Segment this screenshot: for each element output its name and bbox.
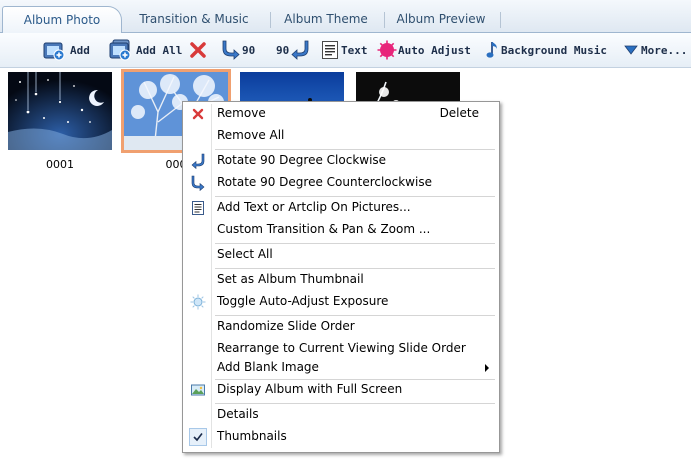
menu-item-rotate-ccw[interactable]: Rotate 90 Degree Counterclockwise xyxy=(185,173,495,193)
menu-item-remove[interactable]: Remove Delete xyxy=(185,104,495,124)
tab-album-photo[interactable]: Album Photo xyxy=(2,6,122,33)
add-label: Add xyxy=(70,43,90,57)
remove-button[interactable] xyxy=(188,38,208,62)
menu-item-set-thumbnail[interactable]: Set as Album Thumbnail xyxy=(185,270,495,290)
rotate-ccw-label: 90 xyxy=(242,43,256,57)
menu-item-details[interactable]: Details xyxy=(185,405,495,425)
text-document-icon xyxy=(322,41,338,59)
rotate-ccw-button[interactable]: 90 xyxy=(222,38,255,62)
menu-label: Select All xyxy=(217,247,273,261)
menu-label: Details xyxy=(217,407,259,421)
menu-label: Randomize Slide Order xyxy=(217,319,355,333)
tab-album-theme[interactable]: Album Theme xyxy=(274,8,378,30)
thumbnail-caption: 0001 xyxy=(46,158,74,171)
menu-shortcut: Delete xyxy=(439,106,479,120)
remove-icon xyxy=(192,108,204,120)
exposure-icon xyxy=(190,294,206,310)
photo-thumbnail[interactable]: 0001 xyxy=(8,72,112,171)
menu-separator xyxy=(215,149,495,150)
tab-bar: Album Photo Transition & Music Album The… xyxy=(0,0,691,33)
menu-item-remove-all[interactable]: Remove All xyxy=(185,126,495,146)
triangle-down-icon xyxy=(624,45,638,55)
add-photo-icon xyxy=(43,42,65,61)
rotate-cw-arrow-icon xyxy=(291,40,309,60)
rotate-ccw-icon xyxy=(191,175,205,191)
text-label: Text xyxy=(341,43,368,57)
menu-separator xyxy=(215,403,495,404)
add-all-button[interactable]: Add All xyxy=(108,38,182,62)
auto-adjust-starburst-icon xyxy=(377,40,397,60)
tab-separator xyxy=(270,12,271,28)
menu-item-toggle-auto-adjust[interactable]: Toggle Auto-Adjust Exposure xyxy=(185,292,495,312)
background-music-button[interactable]: Background Music xyxy=(486,38,607,62)
auto-adjust-label: Auto Adjust xyxy=(398,43,471,57)
menu-separator xyxy=(215,196,495,197)
text-icon xyxy=(192,201,204,215)
menu-label: Rotate 90 Degree Counterclockwise xyxy=(217,175,432,189)
toolbar: Add Add All 90 90 Text Auto Adjust Backg… xyxy=(0,33,691,68)
red-x-icon xyxy=(190,42,206,58)
menu-label: Display Album with Full Screen xyxy=(217,382,403,396)
menu-label: Set as Album Thumbnail xyxy=(217,272,364,286)
fullscreen-image-icon xyxy=(191,384,205,396)
add-all-photos-icon xyxy=(109,39,131,61)
menu-item-select-all[interactable]: Select All xyxy=(185,245,495,265)
rotate-cw-button[interactable]: 90 xyxy=(276,38,309,62)
rotate-cw-icon xyxy=(191,153,205,169)
add-all-label: Add All xyxy=(136,43,183,57)
menu-item-rearrange[interactable]: Rearrange to Current Viewing Slide Order xyxy=(185,339,495,359)
menu-item-thumbnails[interactable]: Thumbnails xyxy=(185,427,495,447)
menu-item-add-text[interactable]: Add Text or Artclip On Pictures... xyxy=(185,198,495,218)
menu-label: Toggle Auto-Adjust Exposure xyxy=(217,294,389,308)
more-button[interactable]: More... xyxy=(624,38,687,62)
context-menu: Remove Delete Remove All Rotate 90 Degre… xyxy=(182,101,500,453)
add-button[interactable]: Add xyxy=(42,38,90,62)
menu-label: Add Text or Artclip On Pictures... xyxy=(217,200,411,214)
menu-label: Remove All xyxy=(217,128,285,142)
menu-item-rotate-cw[interactable]: Rotate 90 Degree Clockwise xyxy=(185,151,495,171)
menu-separator xyxy=(215,315,495,316)
menu-separator xyxy=(215,268,495,269)
music-note-icon xyxy=(486,42,497,58)
tab-separator xyxy=(500,12,501,28)
rotate-ccw-arrow-icon xyxy=(222,40,240,60)
night-sky-photo xyxy=(8,72,112,150)
more-label: More... xyxy=(641,43,688,57)
menu-label: Add Blank Image xyxy=(217,360,319,374)
menu-label: Thumbnails xyxy=(217,429,287,443)
auto-adjust-button[interactable]: Auto Adjust xyxy=(377,38,471,62)
submenu-arrow-icon xyxy=(485,364,489,372)
menu-label: Remove xyxy=(217,106,266,120)
text-button[interactable]: Text xyxy=(321,38,368,62)
tab-transition-music[interactable]: Transition & Music xyxy=(124,8,264,30)
menu-separator xyxy=(215,243,495,244)
rotate-cw-label: 90 xyxy=(276,43,290,57)
background-music-label: Background Music xyxy=(501,43,607,57)
tab-separator xyxy=(384,12,385,28)
menu-item-custom-transition[interactable]: Custom Transition & Pan & Zoom ... xyxy=(185,220,495,240)
menu-item-randomize[interactable]: Randomize Slide Order xyxy=(185,317,495,337)
checkmark-icon xyxy=(189,428,207,446)
menu-item-add-blank-image[interactable]: Add Blank Image xyxy=(185,358,495,378)
menu-label: Custom Transition & Pan & Zoom ... xyxy=(217,222,431,236)
tab-album-preview[interactable]: Album Preview xyxy=(388,8,494,30)
menu-label: Rotate 90 Degree Clockwise xyxy=(217,153,387,167)
menu-item-full-screen[interactable]: Display Album with Full Screen xyxy=(185,380,495,400)
menu-label: Rearrange to Current Viewing Slide Order xyxy=(217,341,466,355)
